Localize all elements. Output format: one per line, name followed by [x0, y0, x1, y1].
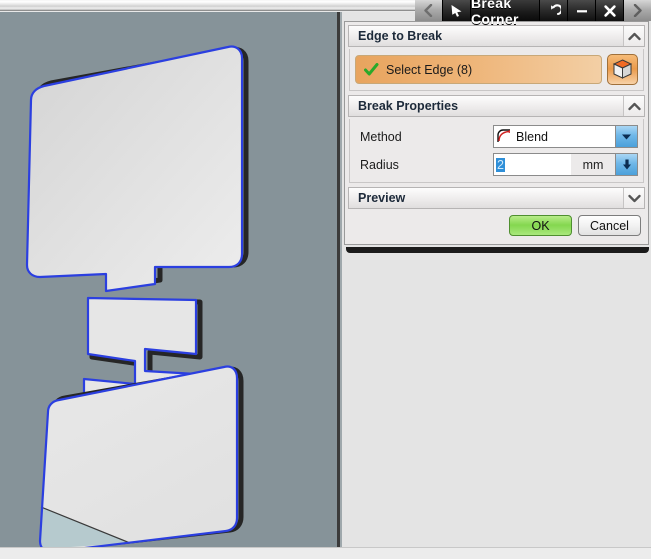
radius-unit: mm [571, 154, 615, 175]
dialog-title: Break Corner [471, 0, 540, 27]
section-title-edge-to-break: Edge to Break [358, 29, 443, 43]
section-title-preview: Preview [358, 191, 406, 205]
section-body-break-properties: Method Blend Radius 2 mm [349, 119, 644, 183]
section-header-break-properties[interactable]: Break Properties [348, 95, 645, 117]
method-label: Method [360, 129, 402, 144]
chevron-down-icon [627, 194, 641, 202]
undo-arrow-icon [550, 3, 561, 15]
dialog-footer: OK Cancel [345, 209, 648, 244]
collapse-toggle-edge-to-break[interactable] [623, 26, 644, 46]
section-title-break-properties: Break Properties [358, 99, 459, 113]
cad-model-graphic [25, 45, 249, 547]
cancel-button[interactable]: Cancel [578, 215, 641, 236]
select-edge-label: Select Edge (8) [386, 62, 473, 77]
edge-picker-button[interactable] [607, 54, 638, 85]
close-x-icon [603, 4, 616, 17]
radius-spinner[interactable]: 2 mm [493, 153, 638, 176]
method-value: Blend [516, 129, 548, 144]
chevron-down-icon [622, 134, 631, 139]
dialog-drop-shadow [346, 247, 649, 253]
select-edge-row: Select Edge (8) [355, 54, 638, 85]
chevron-left-icon [424, 4, 433, 17]
3d-viewport[interactable] [0, 12, 337, 547]
application-window: Break Corner Edge to Break Select Edge (… [0, 0, 651, 559]
radius-input[interactable]: 2 [494, 154, 571, 175]
dialog-titlebar: Break Corner [415, 0, 651, 27]
method-combobox[interactable]: Blend [493, 125, 638, 148]
radius-label: Radius [360, 157, 399, 172]
chevron-up-icon [627, 32, 641, 40]
radius-value: 2 [496, 157, 505, 172]
radius-row: Radius 2 mm [355, 152, 638, 177]
blend-fillet-icon [494, 126, 516, 147]
pointer-tool-button[interactable] [443, 0, 471, 21]
method-dropdown-arrow[interactable] [615, 126, 637, 147]
break-corner-dialog: Edge to Break Select Edge (8) Break Prop… [344, 21, 649, 245]
section-header-edge-to-break[interactable]: Edge to Break [348, 25, 645, 47]
arrow-down-icon [622, 159, 631, 170]
method-row: Method Blend [355, 124, 638, 149]
select-edge-field[interactable]: Select Edge (8) [355, 55, 602, 84]
collapse-toggle-preview[interactable] [623, 188, 644, 208]
minimize-icon [576, 9, 587, 12]
back-arrow-button[interactable] [415, 0, 443, 21]
green-check-icon [364, 62, 379, 77]
minimize-button[interactable] [568, 0, 596, 21]
reset-button[interactable] [540, 0, 568, 21]
chevron-up-icon [627, 102, 641, 110]
cube-icon [612, 59, 633, 79]
forward-arrow-button[interactable] [624, 0, 651, 21]
status-bar [0, 547, 651, 559]
section-header-preview[interactable]: Preview [348, 187, 645, 209]
section-body-edge-to-break: Select Edge (8) [349, 49, 644, 91]
ok-button[interactable]: OK [509, 215, 572, 236]
collapse-toggle-break-properties[interactable] [623, 96, 644, 116]
chevron-right-icon [633, 4, 642, 17]
close-button[interactable] [596, 0, 624, 21]
radius-dropdown-arrow[interactable] [615, 154, 637, 175]
arrow-cursor-icon [451, 5, 462, 17]
